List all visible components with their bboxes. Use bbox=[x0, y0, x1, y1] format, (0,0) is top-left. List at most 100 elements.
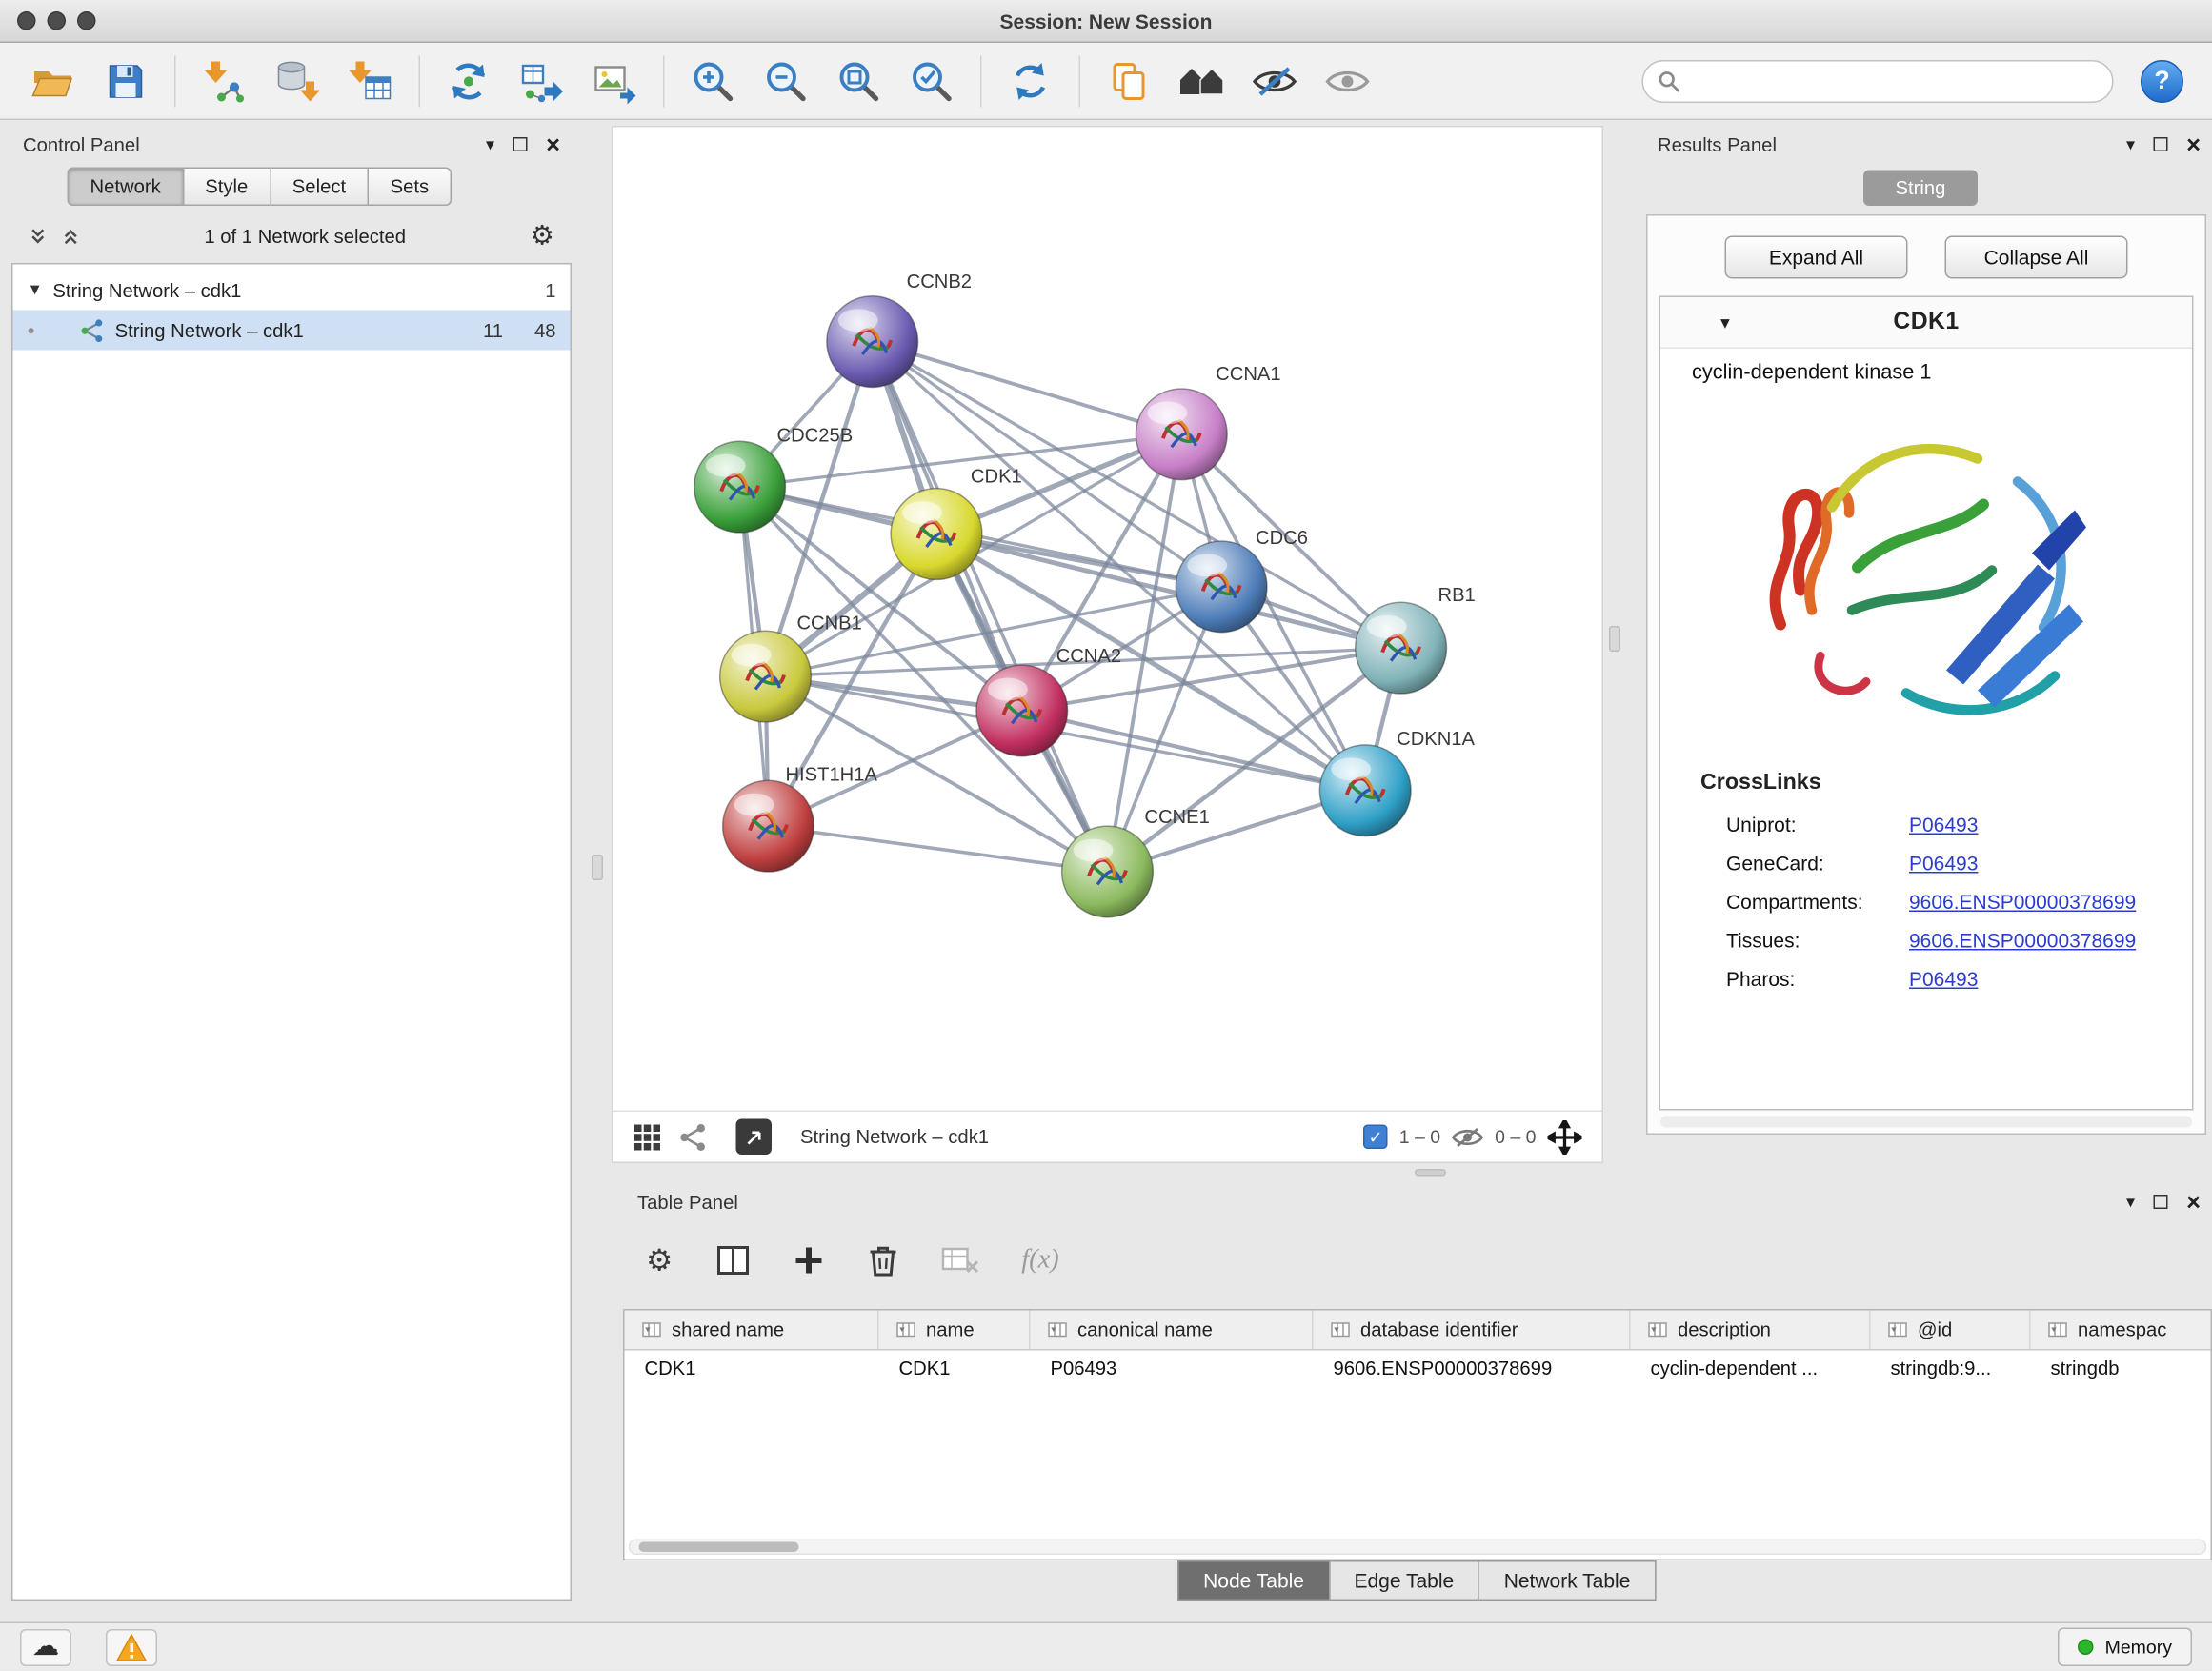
open-session-button[interactable] bbox=[20, 48, 86, 113]
scrollbar-thumb[interactable] bbox=[639, 1542, 799, 1553]
warnings-button[interactable] bbox=[106, 1629, 157, 1666]
delete-table-button[interactable] bbox=[941, 1246, 978, 1275]
detach-view-button[interactable] bbox=[736, 1119, 773, 1156]
show-hidden-button[interactable] bbox=[1315, 48, 1380, 113]
duplicate-network-button[interactable] bbox=[1096, 48, 1162, 113]
pan-crosshair-icon[interactable] bbox=[1548, 1119, 1582, 1154]
collapse-panel-button[interactable]: ▾ bbox=[486, 136, 494, 153]
close-panel-button[interactable]: × bbox=[2186, 132, 2201, 157]
network-edge[interactable] bbox=[1022, 711, 1365, 791]
table-row[interactable]: CDK1 CDK1 P06493 9606.ENSP00000378699 cy… bbox=[625, 1351, 2211, 1390]
create-column-button[interactable] bbox=[793, 1245, 824, 1277]
network-node-ccnb1[interactable]: CCNB1 bbox=[720, 614, 862, 722]
horizontal-splitter-handle[interactable] bbox=[1415, 1169, 1446, 1177]
network-row-selected[interactable]: ● String Network – cdk1 11 48 bbox=[13, 311, 571, 351]
close-panel-button[interactable]: × bbox=[546, 132, 560, 157]
table-horizontal-scrollbar[interactable] bbox=[629, 1540, 2206, 1556]
refresh-view-button[interactable] bbox=[997, 48, 1063, 113]
close-window-button[interactable] bbox=[17, 11, 36, 30]
minimize-window-button[interactable] bbox=[48, 11, 67, 30]
network-edge[interactable] bbox=[873, 342, 1182, 434]
export-image-button[interactable] bbox=[582, 48, 648, 113]
collapse-all-icon[interactable] bbox=[29, 227, 48, 246]
show-columns-button[interactable] bbox=[715, 1245, 750, 1277]
table-settings-gear-icon[interactable]: ⚙ bbox=[646, 1242, 673, 1278]
column-header-namespace[interactable]: namespac bbox=[2031, 1311, 2211, 1350]
expand-all-icon[interactable] bbox=[62, 227, 81, 246]
float-panel-button[interactable] bbox=[513, 137, 528, 151]
new-network-button[interactable] bbox=[436, 48, 502, 113]
column-header-shared-name[interactable]: shared name bbox=[625, 1311, 879, 1350]
tab-edge-table[interactable]: Edge Table bbox=[1328, 1560, 1479, 1601]
panel-splitter[interactable] bbox=[1609, 626, 1620, 652]
import-network-database-button[interactable] bbox=[265, 48, 331, 113]
import-network-file-button[interactable] bbox=[191, 48, 257, 113]
collapse-all-button[interactable]: Collapse All bbox=[1945, 236, 2128, 279]
close-panel-button[interactable]: × bbox=[2186, 1190, 2201, 1215]
network-share-view-icon[interactable] bbox=[679, 1122, 708, 1151]
table-cell[interactable]: stringdb bbox=[2031, 1351, 2211, 1390]
grid-view-icon[interactable] bbox=[633, 1122, 662, 1151]
hide-selected-button[interactable] bbox=[1242, 48, 1308, 113]
genecard-link[interactable]: P06493 bbox=[1909, 851, 1978, 874]
network-node-ccnb2[interactable]: CCNB2 bbox=[827, 272, 972, 388]
collapse-panel-button[interactable]: ▾ bbox=[2126, 136, 2135, 153]
float-panel-button[interactable] bbox=[2154, 137, 2168, 151]
network-node-cdk1[interactable]: CDK1 bbox=[891, 467, 1022, 580]
tab-network[interactable]: Network bbox=[68, 168, 184, 207]
zoom-fit-button[interactable] bbox=[826, 48, 892, 113]
compartments-link[interactable]: 9606.ENSP00000378699 bbox=[1909, 890, 2136, 913]
column-header-name[interactable]: name bbox=[879, 1311, 1031, 1350]
results-horizontal-scrollbar[interactable] bbox=[1660, 1117, 2192, 1128]
protein-card-header[interactable]: ▾ CDK1 bbox=[1660, 297, 2192, 349]
save-session-button[interactable] bbox=[93, 48, 159, 113]
column-header-description[interactable]: description bbox=[1631, 1311, 1871, 1350]
network-canvas[interactable]: CCNB2CCNA1CDC25BCDK1CDC6RB1CCNB1CCNA2CDK… bbox=[613, 128, 1602, 1111]
expand-all-button[interactable]: Expand All bbox=[1725, 236, 1908, 279]
network-node-rb1[interactable]: RB1 bbox=[1356, 585, 1476, 694]
tab-string[interactable]: String bbox=[1863, 171, 1978, 207]
float-panel-button[interactable] bbox=[2154, 1195, 2168, 1209]
network-collection-row[interactable]: ▼ String Network – cdk1 1 bbox=[13, 271, 571, 311]
import-table-file-button[interactable] bbox=[337, 48, 403, 113]
tab-sets[interactable]: Sets bbox=[368, 168, 452, 207]
column-header-canonical-name[interactable]: canonical name bbox=[1031, 1311, 1314, 1350]
zoom-selected-button[interactable] bbox=[899, 48, 965, 113]
function-builder-button[interactable]: f(x) bbox=[1021, 1245, 1059, 1277]
zoom-out-button[interactable] bbox=[754, 48, 819, 113]
network-edge[interactable] bbox=[873, 342, 1108, 872]
selected-checkbox-icon[interactable]: ✓ bbox=[1363, 1125, 1388, 1150]
table-cell[interactable]: stringdb:9... bbox=[1871, 1351, 2031, 1390]
home-button[interactable] bbox=[1169, 48, 1235, 113]
zoom-in-button[interactable] bbox=[680, 48, 746, 113]
zoom-window-button[interactable] bbox=[77, 11, 96, 30]
clone-network-button[interactable] bbox=[509, 48, 574, 113]
network-node-ccna1[interactable]: CCNA1 bbox=[1136, 364, 1280, 480]
column-header-database-identifier[interactable]: database identifier bbox=[1314, 1311, 1631, 1350]
search-input[interactable] bbox=[1691, 70, 2099, 92]
help-button[interactable]: ? bbox=[2141, 59, 2183, 102]
collapse-card-icon[interactable]: ▾ bbox=[1720, 311, 1730, 333]
network-options-gear-icon[interactable]: ⚙ bbox=[530, 219, 554, 252]
network-graph[interactable]: CCNB2CCNA1CDC25BCDK1CDC6RB1CCNB1CCNA2CDK… bbox=[613, 128, 1602, 1111]
tab-network-table[interactable]: Network Table bbox=[1478, 1560, 1657, 1601]
collapse-panel-button[interactable]: ▾ bbox=[2126, 1194, 2135, 1211]
network-node-hist1h1a[interactable]: HIST1H1A bbox=[723, 764, 878, 872]
table-cell[interactable]: CDK1 bbox=[625, 1351, 879, 1390]
tab-select[interactable]: Select bbox=[270, 168, 369, 207]
table-cell[interactable]: CDK1 bbox=[879, 1351, 1031, 1390]
table-cell[interactable]: P06493 bbox=[1031, 1351, 1314, 1390]
network-edge[interactable] bbox=[769, 826, 1108, 872]
tab-style[interactable]: Style bbox=[182, 168, 271, 207]
tab-node-table[interactable]: Node Table bbox=[1177, 1560, 1330, 1601]
pharos-link[interactable]: P06493 bbox=[1909, 967, 1978, 990]
column-header-id[interactable]: @id bbox=[1871, 1311, 2031, 1350]
table-cell[interactable]: 9606.ENSP00000378699 bbox=[1314, 1351, 1631, 1390]
tree-expand-icon[interactable]: ▼ bbox=[28, 282, 43, 299]
tissues-link[interactable]: 9606.ENSP00000378699 bbox=[1909, 928, 2136, 951]
delete-column-button[interactable] bbox=[867, 1243, 898, 1278]
panel-splitter[interactable] bbox=[592, 855, 603, 880]
uniprot-link[interactable]: P06493 bbox=[1909, 813, 1978, 836]
network-node-cdc6[interactable]: CDC6 bbox=[1176, 528, 1308, 633]
table-cell[interactable]: cyclin-dependent ... bbox=[1631, 1351, 1871, 1390]
